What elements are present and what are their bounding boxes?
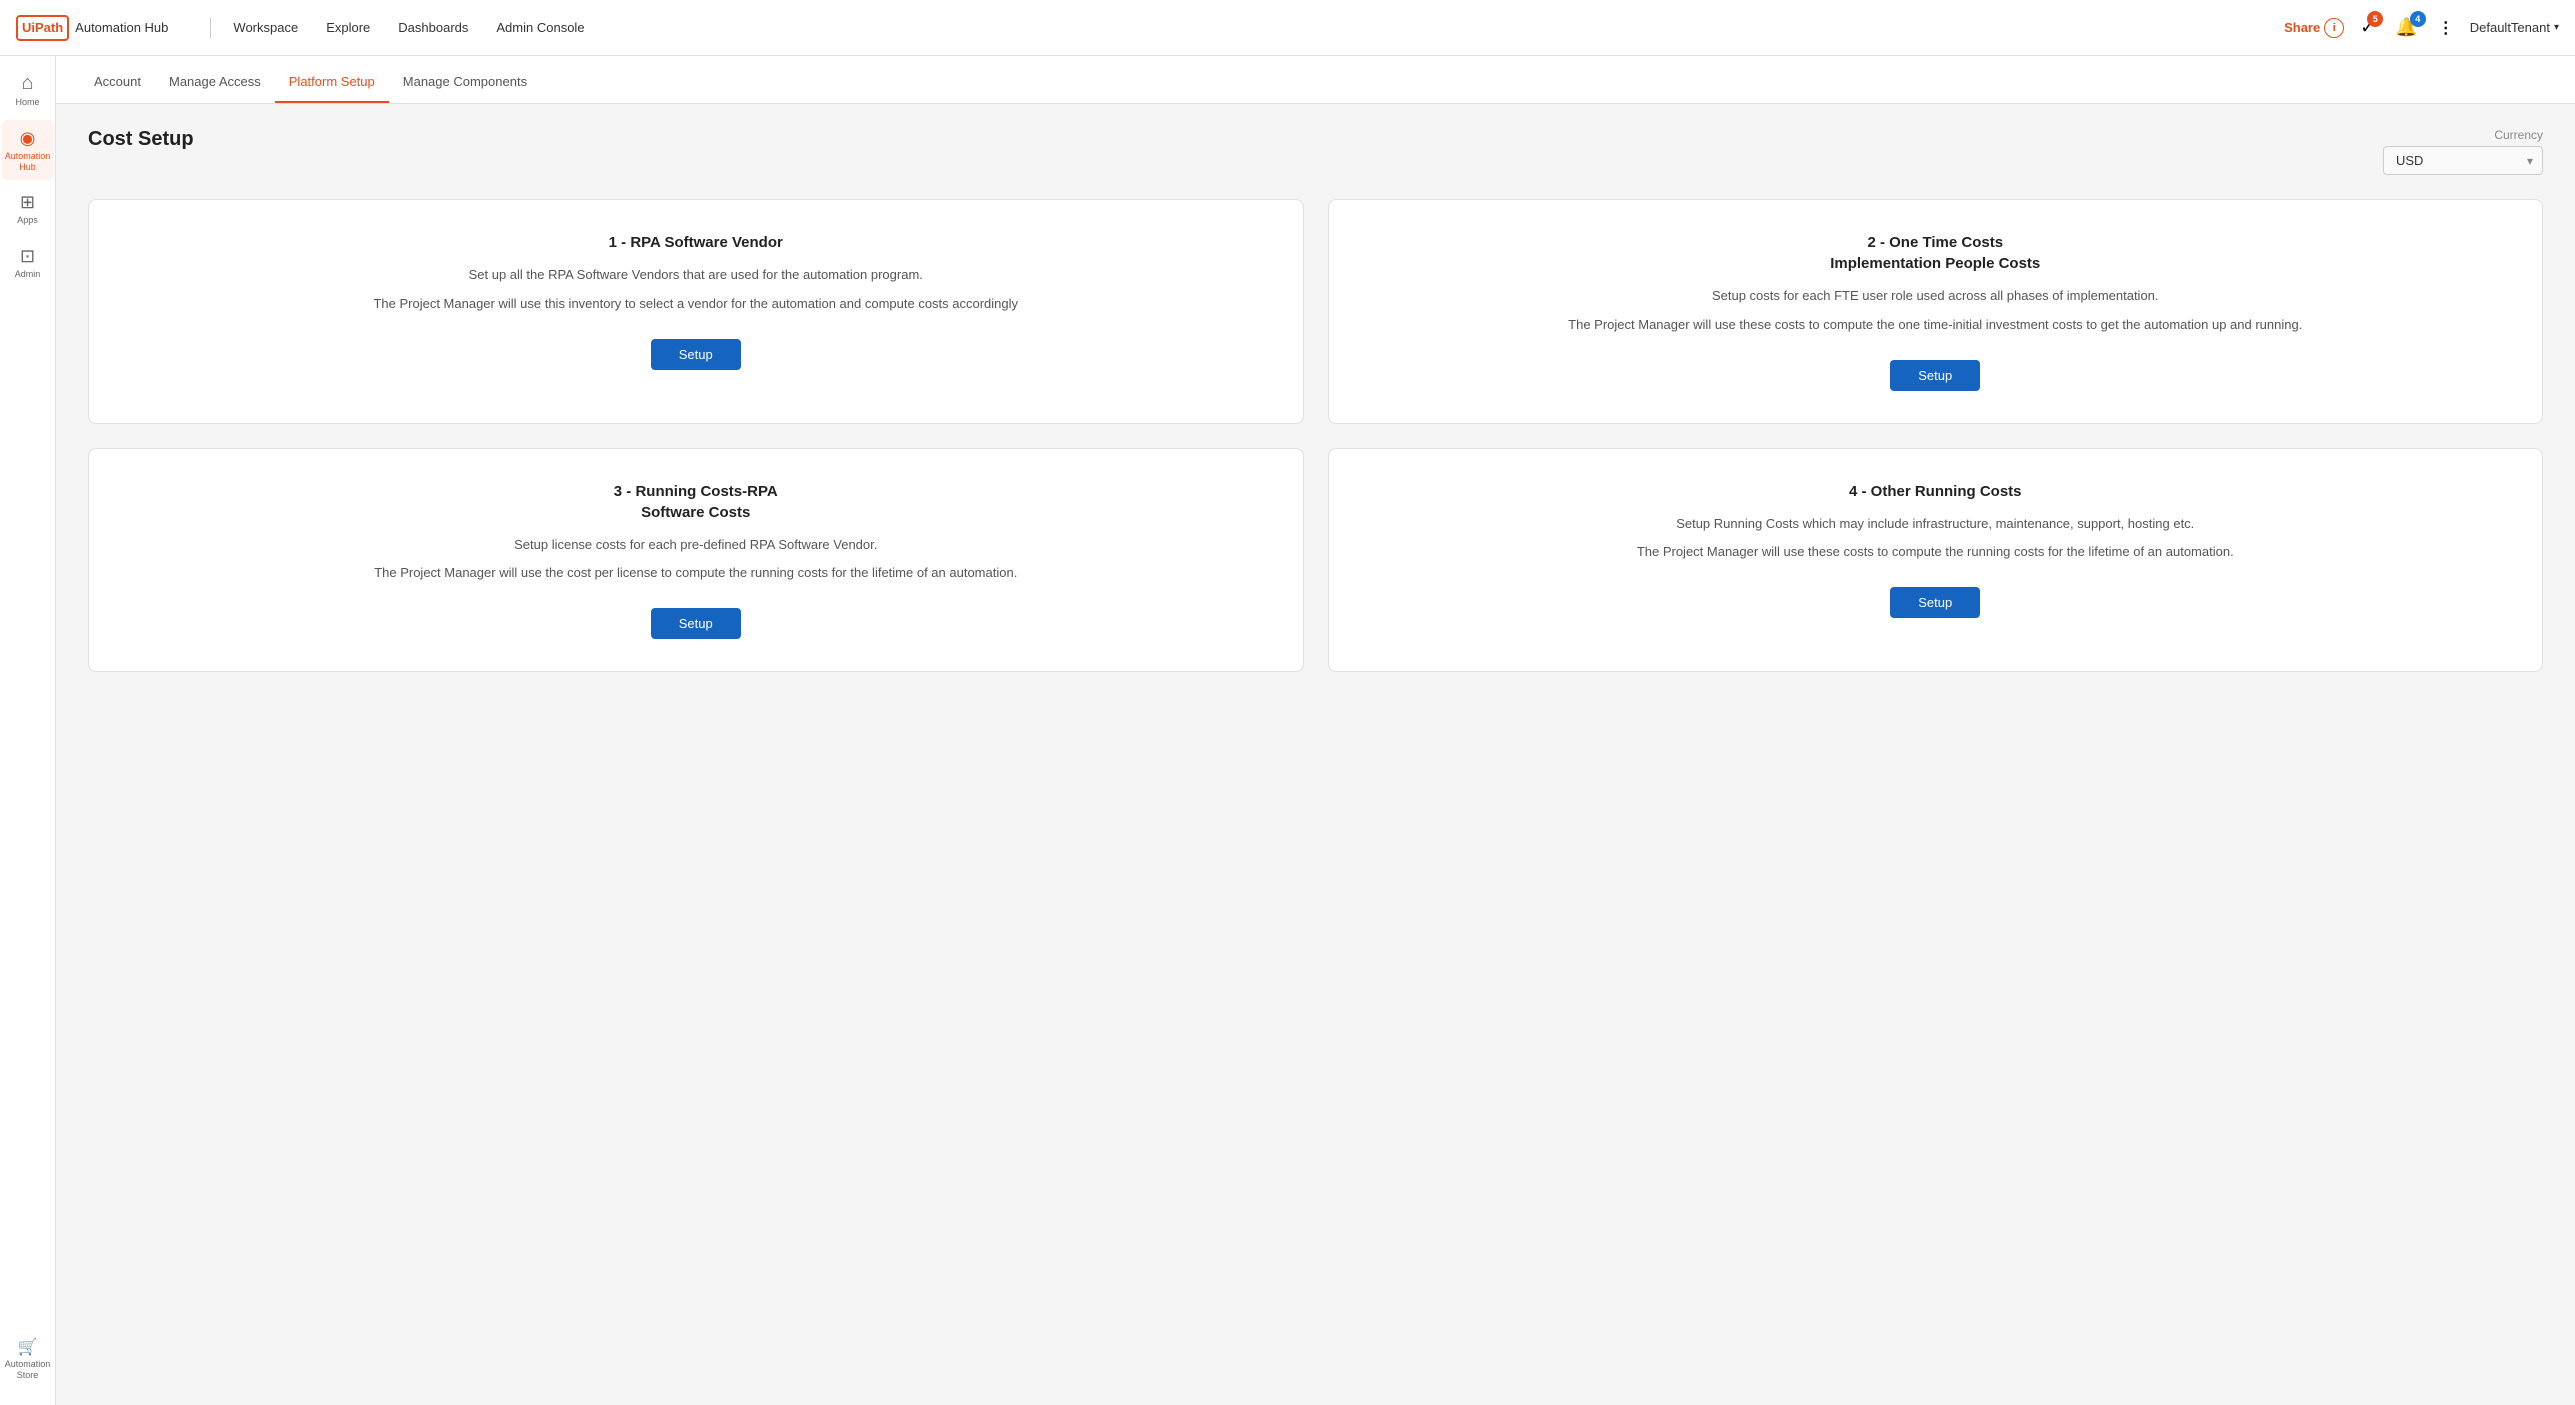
currency-select[interactable]: USD EUR GBP (2383, 146, 2543, 175)
card-one-time-costs: 2 - One Time Costs Implementation People… (1328, 199, 2544, 424)
sidebar-item-automation-store[interactable]: 🛒 Automation Store (2, 1329, 54, 1389)
currency-label: Currency (2494, 128, 2543, 142)
sidebar-label-apps: Apps (17, 215, 38, 226)
uipath-logo-text: UiPath (22, 20, 63, 35)
sidebar-label-store: Automation Store (5, 1359, 51, 1381)
share-icon: i (2324, 18, 2344, 38)
tasks-badge: 5 (2367, 11, 2383, 27)
tenant-selector[interactable]: DefaultTenant ▾ (2470, 20, 2559, 35)
cost-setup-header: Cost Setup Currency USD EUR GBP (88, 128, 2543, 175)
store-icon: 🛒 (18, 1337, 38, 1357)
sidebar-item-admin[interactable]: ⊡ Admin (2, 238, 54, 288)
tab-platform-setup[interactable]: Platform Setup (275, 74, 389, 103)
sub-nav: Account Manage Access Platform Setup Man… (56, 56, 2575, 104)
nav-links: Workspace Explore Dashboards Admin Conso… (221, 14, 2284, 41)
product-name: Automation Hub (75, 20, 168, 35)
top-nav: UiPath Automation Hub Workspace Explore … (0, 0, 2575, 56)
home-icon: ⌂ (21, 72, 33, 95)
tab-account[interactable]: Account (80, 74, 155, 103)
setup-button-running-costs-rpa[interactable]: Setup (651, 608, 741, 639)
card-rpa-vendor-desc1: Set up all the RPA Software Vendors that… (373, 265, 1018, 315)
page-title: Cost Setup (88, 128, 194, 151)
cards-grid: 1 - RPA Software Vendor Set up all the R… (88, 199, 2543, 672)
card-rpa-vendor-title: 1 - RPA Software Vendor (609, 232, 783, 253)
currency-section: Currency USD EUR GBP (2383, 128, 2543, 175)
card-one-time-costs-desc: Setup costs for each FTE user role used … (1568, 286, 2302, 336)
nav-admin-console[interactable]: Admin Console (484, 14, 596, 41)
apps-icon: ⊞ (20, 192, 35, 213)
chevron-down-icon: ▾ (2554, 22, 2559, 33)
setup-button-one-time-costs[interactable]: Setup (1890, 360, 1980, 391)
share-label: Share (2284, 20, 2320, 35)
kebab-icon: ⋮ (2438, 20, 2454, 37)
top-nav-right: Share i ✓ 5 🔔 4 ⋮ DefaultTenant ▾ (2284, 13, 2559, 42)
card-running-costs-rpa-title: 3 - Running Costs-RPA Software Costs (614, 481, 778, 523)
card-other-running-costs-title: 4 - Other Running Costs (1849, 481, 2022, 502)
notifications-button[interactable]: 🔔 4 (2391, 13, 2421, 42)
tab-manage-access[interactable]: Manage Access (155, 74, 275, 103)
sidebar-label-home: Home (15, 97, 39, 108)
tasks-button[interactable]: ✓ 5 (2356, 13, 2379, 42)
sidebar-item-apps[interactable]: ⊞ Apps (2, 184, 54, 234)
sidebar-item-automation-hub[interactable]: ◉ Automation Hub (2, 120, 54, 181)
main-content: Cost Setup Currency USD EUR GBP 1 - RPA … (56, 104, 2575, 1405)
uipath-logo-box: UiPath (16, 15, 69, 41)
more-options-button[interactable]: ⋮ (2434, 14, 2458, 42)
currency-wrapper: USD EUR GBP (2383, 146, 2543, 175)
card-running-costs-rpa-desc: Setup license costs for each pre-defined… (374, 535, 1017, 585)
setup-button-other-running-costs[interactable]: Setup (1890, 587, 1980, 618)
sidebar-bottom: 🛒 Automation Store (2, 1329, 54, 1393)
card-other-running-costs: 4 - Other Running Costs Setup Running Co… (1328, 448, 2544, 673)
nav-workspace[interactable]: Workspace (221, 14, 310, 41)
card-one-time-costs-title: 2 - One Time Costs Implementation People… (1830, 232, 2040, 274)
admin-icon: ⊡ (20, 246, 35, 267)
card-rpa-vendor: 1 - RPA Software Vendor Set up all the R… (88, 199, 1304, 424)
setup-button-rpa-vendor[interactable]: Setup (651, 339, 741, 370)
card-other-running-costs-desc: Setup Running Costs which may include in… (1637, 514, 2234, 564)
card-running-costs-rpa: 3 - Running Costs-RPA Software Costs Set… (88, 448, 1304, 673)
logo-area: UiPath Automation Hub (16, 15, 168, 41)
logo-divider (210, 18, 211, 38)
tenant-label: DefaultTenant (2470, 20, 2550, 35)
sidebar-label-admin: Admin (15, 269, 41, 280)
share-button[interactable]: Share i (2284, 18, 2344, 38)
nav-explore[interactable]: Explore (314, 14, 382, 41)
sidebar-item-home[interactable]: ⌂ Home (2, 64, 54, 116)
nav-dashboards[interactable]: Dashboards (386, 14, 480, 41)
sidebar-label-automation-hub: Automation Hub (5, 151, 51, 173)
tab-manage-components[interactable]: Manage Components (389, 74, 541, 103)
automation-hub-icon: ◉ (20, 128, 36, 149)
sidebar: ⌂ Home ◉ Automation Hub ⊞ Apps ⊡ Admin 🛒… (0, 56, 56, 1405)
notifications-badge: 4 (2410, 11, 2426, 27)
